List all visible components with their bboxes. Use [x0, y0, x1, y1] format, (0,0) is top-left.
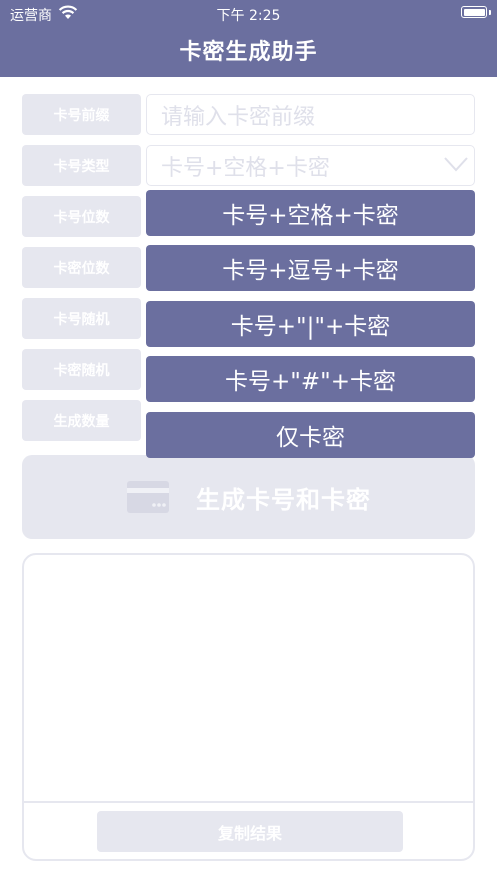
- dropdown-option-comma[interactable]: 卡号+逗号+卡密: [146, 245, 475, 291]
- battery-tip: [489, 10, 491, 15]
- clock: 下午 2:25: [216, 8, 281, 24]
- secret-random-label: 卡密随机: [22, 349, 141, 390]
- battery-icon: [461, 6, 487, 18]
- dropdown-option-pipe[interactable]: 卡号+"|"+卡密: [146, 301, 475, 347]
- dropdown-option-space[interactable]: 卡号+空格+卡密: [146, 190, 475, 236]
- page-title: 卡密生成助手: [179, 40, 318, 65]
- type-select-value: 卡号+空格+卡密: [161, 155, 330, 181]
- type-select[interactable]: 卡号+空格+卡密: [146, 145, 475, 186]
- card-length-label: 卡号位数: [22, 196, 141, 237]
- prefix-label: 卡号前缀: [22, 94, 141, 135]
- generate-button-label: 生成卡号和卡密: [196, 485, 371, 514]
- quantity-label: 生成数量: [22, 400, 141, 441]
- card-random-label: 卡号随机: [22, 298, 141, 339]
- prefix-input[interactable]: 请输入卡密前缀: [146, 94, 475, 135]
- dropdown-option-secret-only[interactable]: 仅卡密: [146, 412, 475, 458]
- card-icon: [127, 481, 169, 513]
- nav-bar: 运营商 下午 2:25 卡密生成助手: [0, 0, 497, 77]
- divider: [24, 801, 473, 803]
- secret-length-label: 卡密位数: [22, 247, 141, 288]
- status-bar: 运营商 下午 2:25: [0, 0, 497, 26]
- copy-result-button[interactable]: 复制结果: [97, 811, 403, 852]
- result-textarea[interactable]: [24, 555, 473, 801]
- type-label: 卡号类型: [22, 145, 141, 186]
- chevron-down-icon: [444, 157, 468, 172]
- dropdown-option-hash[interactable]: 卡号+"#"+卡密: [146, 356, 475, 402]
- generate-button[interactable]: 生成卡号和卡密: [22, 455, 475, 539]
- result-panel: 复制结果: [22, 553, 475, 861]
